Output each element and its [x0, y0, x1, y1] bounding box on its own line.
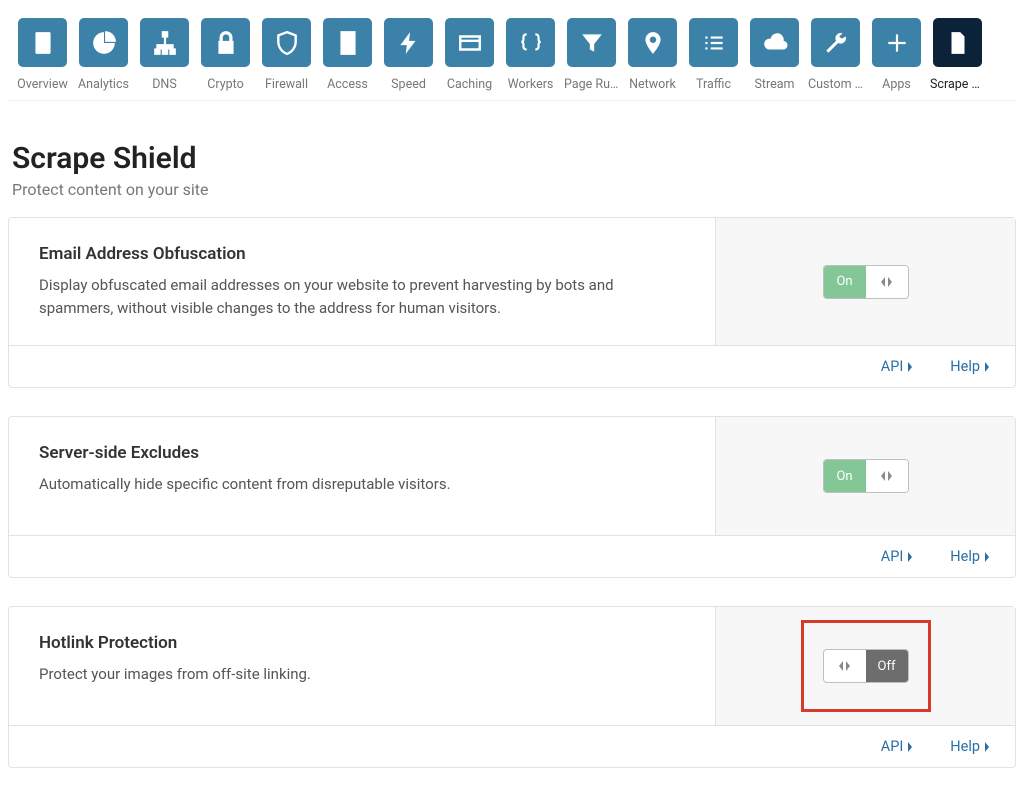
nav-tile-overview[interactable]: Overview	[18, 18, 67, 92]
nav-tile-workers[interactable]: Workers	[506, 18, 555, 92]
card-description: Automatically hide specific content from…	[39, 473, 679, 496]
help-link[interactable]: Help	[950, 358, 991, 375]
toggle-handle-icon	[880, 471, 893, 481]
pie-icon	[79, 18, 128, 67]
sitemap-icon	[140, 18, 189, 67]
toggle-handle-icon	[838, 661, 851, 671]
page-header: Scrape Shield Protect content on your si…	[8, 101, 1016, 217]
nav-label: Stream	[754, 77, 794, 92]
card-title: Hotlink Protection	[39, 633, 685, 653]
card-footer: API Help	[9, 725, 1015, 767]
nav-label: DNS	[152, 77, 177, 92]
api-link[interactable]: API	[881, 358, 915, 375]
help-link[interactable]: Help	[950, 738, 991, 755]
bolt-icon	[384, 18, 433, 67]
card-icon	[445, 18, 494, 67]
list-icon	[689, 18, 738, 67]
door-icon	[323, 18, 372, 67]
nav-tile-apps[interactable]: Apps	[872, 18, 921, 92]
page-title: Scrape Shield	[12, 141, 1012, 176]
nav-tile-access[interactable]: Access	[323, 18, 372, 92]
nav-label: Overview	[17, 77, 68, 92]
nav-tile-crypto[interactable]: Crypto	[201, 18, 250, 92]
funnel-icon	[567, 18, 616, 67]
settings-card: Email Address Obfuscation Display obfusc…	[8, 217, 1016, 388]
nav-label: Workers	[508, 77, 554, 92]
toggle-handle-icon	[880, 277, 893, 287]
nav-label: Traffic	[696, 77, 731, 92]
toggle-off-side	[866, 266, 908, 298]
top-nav: Overview Analytics DNS Crypto Firewall A…	[8, 0, 1016, 101]
settings-card: Hotlink Protection Protect your images f…	[8, 606, 1016, 768]
nav-tile-page-rules[interactable]: Page Rules	[567, 18, 616, 92]
wrench-icon	[811, 18, 860, 67]
toggle-switch[interactable]: On	[823, 265, 909, 299]
nav-label: Custom …	[808, 77, 863, 92]
toggle-off-side: Off	[866, 650, 908, 682]
toggle-off-side	[866, 460, 908, 492]
pin-icon	[628, 18, 677, 67]
card-description: Display obfuscated email addresses on yo…	[39, 274, 679, 319]
toggle-switch[interactable]: Off	[823, 649, 909, 683]
nav-tile-traffic[interactable]: Traffic	[689, 18, 738, 92]
nav-tile-caching[interactable]: Caching	[445, 18, 494, 92]
lock-icon	[201, 18, 250, 67]
card-description: Protect your images from off-site linkin…	[39, 663, 679, 686]
nav-label: Apps	[882, 77, 911, 92]
plus-icon	[872, 18, 921, 67]
nav-label: Access	[327, 77, 368, 92]
toggle-switch[interactable]: On	[823, 459, 909, 493]
nav-tile-stream[interactable]: Stream	[750, 18, 799, 92]
card-control-area: On	[715, 417, 1015, 535]
braces-icon	[506, 18, 555, 67]
nav-tile-analytics[interactable]: Analytics	[79, 18, 128, 92]
api-link[interactable]: API	[881, 548, 915, 565]
page-subtitle: Protect content on your site	[12, 180, 1012, 199]
card-footer: API Help	[9, 345, 1015, 387]
nav-tile-scrape-s-[interactable]: Scrape S…	[933, 18, 982, 92]
nav-label: Network	[629, 77, 676, 92]
toggle-on-side: On	[824, 460, 866, 492]
shield-icon	[262, 18, 311, 67]
card-control-area: On	[715, 218, 1015, 345]
nav-label: Speed	[391, 77, 426, 92]
nav-tile-custom-[interactable]: Custom …	[811, 18, 860, 92]
card-title: Server-side Excludes	[39, 443, 685, 463]
nav-label: Crypto	[207, 77, 244, 92]
nav-tile-speed[interactable]: Speed	[384, 18, 433, 92]
doc-icon	[933, 18, 982, 67]
nav-label: Page Rules	[564, 77, 619, 92]
nav-label: Caching	[447, 77, 492, 92]
nav-label: Analytics	[78, 77, 129, 92]
help-link[interactable]: Help	[950, 548, 991, 565]
nav-label: Scrape S…	[930, 77, 985, 92]
toggle-on-side	[824, 650, 866, 682]
clipboard-icon	[18, 18, 67, 67]
settings-card: Server-side Excludes Automatically hide …	[8, 416, 1016, 578]
cloud-icon	[750, 18, 799, 67]
nav-tile-firewall[interactable]: Firewall	[262, 18, 311, 92]
nav-label: Firewall	[265, 77, 308, 92]
toggle-on-side: On	[824, 266, 866, 298]
card-title: Email Address Obfuscation	[39, 244, 685, 264]
nav-tile-network[interactable]: Network	[628, 18, 677, 92]
nav-tile-dns[interactable]: DNS	[140, 18, 189, 92]
card-footer: API Help	[9, 535, 1015, 577]
card-control-area: Off	[715, 607, 1015, 725]
api-link[interactable]: API	[881, 738, 915, 755]
